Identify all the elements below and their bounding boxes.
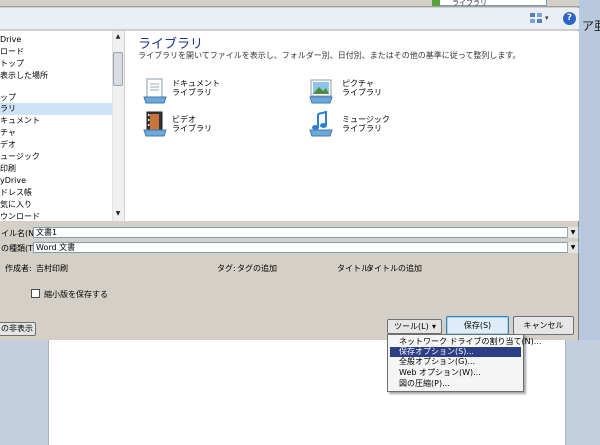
- tags-label: タグ:: [217, 264, 236, 273]
- title-value[interactable]: タイトルの追加: [366, 263, 422, 274]
- address-bar[interactable]: [432, 0, 547, 6]
- nav-item[interactable]: ドレス帳: [0, 187, 112, 199]
- view-options-icon[interactable]: [529, 12, 543, 24]
- filetype-dropdown-icon[interactable]: ▼: [567, 242, 578, 253]
- nav-item[interactable]: yDrive: [0, 175, 112, 187]
- scroll-up-arrow-icon[interactable]: ▲: [112, 31, 124, 43]
- author-label: 作成者:: [5, 264, 32, 273]
- author-value[interactable]: 吉村印刷: [36, 263, 68, 274]
- nav-item[interactable]: ュージック: [0, 151, 112, 163]
- background-doc-text: ア亜: [582, 19, 600, 33]
- nav-item[interactable]: トップ: [0, 58, 112, 70]
- nav-item[interactable]: チャ: [0, 127, 112, 139]
- nav-item[interactable]: 表示した場所: [0, 70, 112, 82]
- nav-item[interactable]: デオ: [0, 139, 112, 151]
- filetype-select[interactable]: [33, 242, 579, 253]
- library-type: ライブラリ: [172, 88, 212, 97]
- videos-library-icon[interactable]: [143, 111, 167, 137]
- menu-item-map-network-drive[interactable]: ネットワーク ドライブの割り当て(N)...: [390, 337, 541, 347]
- music-library-icon[interactable]: [309, 110, 333, 137]
- menu-item-general-options[interactable]: 全般オプション(G)...: [390, 357, 521, 367]
- filename-value: 文書1: [36, 228, 58, 237]
- nav-item[interactable]: ウンロード: [0, 211, 112, 221]
- chevron-down-icon: ▾: [432, 322, 437, 331]
- nav-item[interactable]: 気に入り: [0, 199, 112, 211]
- nav-item[interactable]: ロード: [0, 46, 112, 58]
- scroll-down-arrow-icon[interactable]: ▼: [112, 208, 124, 220]
- nav-item[interactable]: Drive: [0, 34, 112, 46]
- nav-scroll-thumb[interactable]: [113, 52, 123, 86]
- save-thumbnail-label: 縮小版を保存する: [44, 290, 108, 299]
- view-dropdown-arrow-icon[interactable]: ▾: [545, 14, 549, 22]
- menu-item-save-options[interactable]: 保存オプション(S)...: [390, 347, 521, 357]
- library-type: ライブラリ: [172, 124, 212, 133]
- menu-item-compress-pictures[interactable]: 図の圧縮(P)...: [390, 379, 521, 389]
- pictures-library-icon[interactable]: [309, 78, 333, 104]
- address-bar-text: ライブラリ: [452, 0, 487, 7]
- documents-library-icon[interactable]: [143, 78, 167, 104]
- tags-value[interactable]: タグの追加: [237, 263, 277, 274]
- hide-folders-button[interactable]: の非表示: [0, 322, 36, 336]
- filetype-value: Word 文書: [36, 243, 76, 252]
- save-thumbnail-checkbox[interactable]: [31, 289, 40, 298]
- filename-field[interactable]: [33, 227, 579, 238]
- address-go-icon[interactable]: [432, 0, 440, 6]
- library-type: ライブラリ: [342, 88, 382, 97]
- tools-menu: ネットワーク ドライブの割り当て(N)... 保存オプション(S)... 全般オ…: [387, 334, 541, 392]
- tools-button-label: ツール(L): [394, 322, 429, 331]
- nav-item[interactable]: 印刷: [0, 163, 112, 175]
- help-icon[interactable]: ?: [563, 12, 576, 25]
- filename-dropdown-icon[interactable]: ▼: [567, 227, 578, 238]
- command-bar: [0, 8, 579, 30]
- nav-item-libraries[interactable]: ラリ: [0, 103, 112, 115]
- library-type: ライブラリ: [342, 124, 382, 133]
- save-button[interactable]: 保存(S): [446, 316, 509, 335]
- tools-button[interactable]: ツール(L) ▾: [387, 319, 442, 334]
- menu-item-web-options[interactable]: Web オプション(W)...: [390, 368, 521, 378]
- cancel-button[interactable]: キャンセル: [513, 316, 574, 335]
- page-description: ライブラリを開いてファイルを表示し、フォルダー別、日付別、またはその他の基準に従…: [138, 51, 521, 60]
- navigation-pane: Drive ロード トップ 表示した場所 ップ ラリ キュメント チャ デオ ュ…: [0, 31, 124, 221]
- nav-item[interactable]: キュメント: [0, 115, 112, 127]
